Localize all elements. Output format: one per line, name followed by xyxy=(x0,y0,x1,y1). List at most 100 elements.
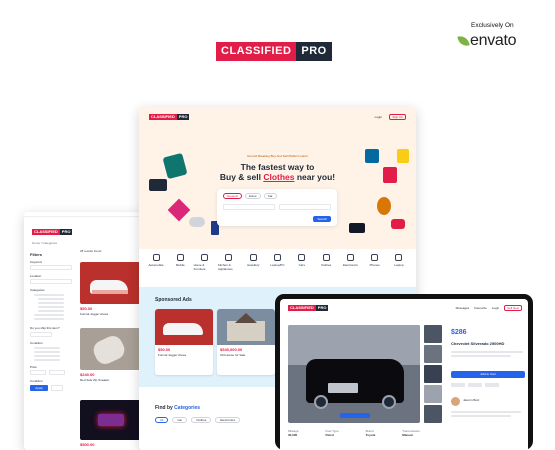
tablet-mockup: CLASSIFIED PRO Messages Favourite Login S… xyxy=(275,294,533,450)
search-button[interactable]: Search xyxy=(313,216,331,222)
find-tab-clothes[interactable]: Clothes xyxy=(191,417,212,423)
category-option[interactable] xyxy=(38,310,64,312)
find-by-title: Find by Categories xyxy=(155,405,201,411)
controller-illustration xyxy=(189,217,205,227)
apply-button[interactable]: Apply xyxy=(30,385,48,391)
condition-option[interactable] xyxy=(34,351,60,353)
price-range xyxy=(30,370,72,375)
sell-now-button[interactable]: Sell Now xyxy=(504,305,522,311)
price-max-input[interactable] xyxy=(49,370,65,375)
category-icon xyxy=(201,254,209,261)
category-item[interactable]: Electronics xyxy=(339,254,361,284)
category-item[interactable]: Laptop/PC xyxy=(266,254,288,284)
category-option[interactable] xyxy=(34,318,64,320)
umbrella-illustration xyxy=(167,198,191,222)
shipping-select[interactable] xyxy=(30,332,52,337)
condition-option[interactable] xyxy=(34,355,60,357)
category-item[interactable]: Mobile xyxy=(169,254,191,284)
seller-meta xyxy=(451,415,511,417)
condition-option[interactable] xyxy=(34,359,60,361)
category-icon xyxy=(249,254,257,261)
category-checkbox-list xyxy=(30,294,72,320)
find-tab-all[interactable]: All xyxy=(155,417,169,423)
seller-name[interactable]: Jasmin Butz xyxy=(463,398,479,402)
filter-condition-label-2: Condition xyxy=(30,379,43,383)
category-icon xyxy=(346,254,354,261)
sponsored-ad-card[interactable]: $50.00 Formal Jogger shoes xyxy=(155,309,213,375)
category-icon xyxy=(225,254,233,261)
breadcrumb: Home / Categories xyxy=(32,241,58,245)
filter-price-label: Price xyxy=(30,365,37,369)
listing-image-shoes[interactable] xyxy=(80,262,140,304)
nav-signup-button[interactable]: Sign Up xyxy=(389,114,406,120)
tab-home[interactable]: Home xyxy=(244,193,261,199)
category-option[interactable] xyxy=(34,294,64,296)
favourite-button[interactable] xyxy=(468,383,482,387)
category-item[interactable]: Phones xyxy=(364,254,386,284)
listing-title[interactable]: Red Sole Zip Sneaker xyxy=(80,378,109,382)
category-option[interactable] xyxy=(38,302,64,304)
seller-meta xyxy=(451,411,521,413)
category-item[interactable]: Home & Furniture xyxy=(194,254,216,284)
search-keyword-input[interactable] xyxy=(279,204,331,210)
spec-row: Mileage 30,000 Fuel Type Petrol Brand Toyot… xyxy=(288,429,420,437)
add-to-cart-button[interactable]: Add to Cart xyxy=(451,371,525,378)
listing-image-electronics[interactable] xyxy=(80,400,140,440)
nav-login[interactable]: Login xyxy=(375,115,382,119)
listing-price: $240.00 xyxy=(80,372,95,377)
mini-logo: CLASSIFIED PRO xyxy=(32,229,73,235)
mini-logo: CLASSIFIED PRO xyxy=(149,114,190,120)
thumbnail[interactable] xyxy=(424,405,442,423)
nav-login[interactable]: Login xyxy=(492,306,499,310)
category-option[interactable] xyxy=(34,314,64,316)
envato-logo: envato xyxy=(457,32,517,50)
tab-general[interactable]: General xyxy=(223,193,242,199)
category-icon xyxy=(322,254,330,261)
tab-car[interactable]: Car xyxy=(263,193,277,199)
listing-image-sneaker[interactable] xyxy=(80,328,140,370)
product-title: Chevrolet Silverado 2500HD xyxy=(451,341,505,346)
find-tab-electronics[interactable]: Electronics xyxy=(215,417,241,423)
filter-keyword-label: Keyword xyxy=(30,260,42,264)
category-item[interactable]: Laptop xyxy=(388,254,410,284)
thumbnail[interactable] xyxy=(424,325,442,343)
action-row xyxy=(451,383,499,387)
product-main-image[interactable] xyxy=(288,325,420,423)
category-item[interactable]: Jewellery xyxy=(242,254,264,284)
ad-title: Formal Jogger shoes xyxy=(158,353,187,357)
keyword-input[interactable] xyxy=(30,265,72,270)
reset-button[interactable] xyxy=(51,385,63,391)
product-price: $286 xyxy=(451,329,467,336)
category-item[interactable]: Cars xyxy=(291,254,313,284)
nav-favourite[interactable]: Favourite xyxy=(474,306,487,310)
price-min-input[interactable] xyxy=(30,370,46,375)
search-location-input[interactable] xyxy=(223,204,275,210)
share-button[interactable] xyxy=(451,383,465,387)
filters-title: Filters xyxy=(30,252,43,257)
search-tabs: General Home Car xyxy=(223,193,277,199)
logo-part-pro: PRO xyxy=(296,42,332,61)
thumbnail-strip xyxy=(424,325,442,423)
category-item[interactable]: Automobile xyxy=(145,254,167,284)
condition-option[interactable] xyxy=(34,347,60,349)
category-strip: Automobile Mobile Home & Furniture Kitch… xyxy=(139,254,416,284)
category-option[interactable] xyxy=(38,306,64,308)
category-item[interactable]: Kitchen & Appliances xyxy=(218,254,240,284)
classified-pro-logo: CLASSIFIED PRO xyxy=(216,42,339,61)
listing-price: $500.00 xyxy=(80,442,95,447)
cap-illustration xyxy=(391,219,405,229)
logo-part-classified: CLASSIFIED xyxy=(216,42,297,61)
envato-wordmark: envato xyxy=(470,32,517,49)
thumbnail[interactable] xyxy=(424,365,442,383)
location-select[interactable] xyxy=(30,279,72,284)
ad-image xyxy=(217,309,275,345)
sponsored-ad-card[interactable]: $545,000.00 Old House for Sale xyxy=(217,309,275,375)
thumbnail[interactable] xyxy=(424,345,442,363)
thumbnail[interactable] xyxy=(424,385,442,403)
category-option[interactable] xyxy=(38,298,64,300)
report-button[interactable] xyxy=(485,383,499,387)
category-item[interactable]: Clothes xyxy=(315,254,337,284)
nav-messages[interactable]: Messages xyxy=(456,306,470,310)
listing-title[interactable]: Formal Jogger shoes xyxy=(80,312,108,316)
find-tab-car[interactable]: Car xyxy=(172,417,188,423)
